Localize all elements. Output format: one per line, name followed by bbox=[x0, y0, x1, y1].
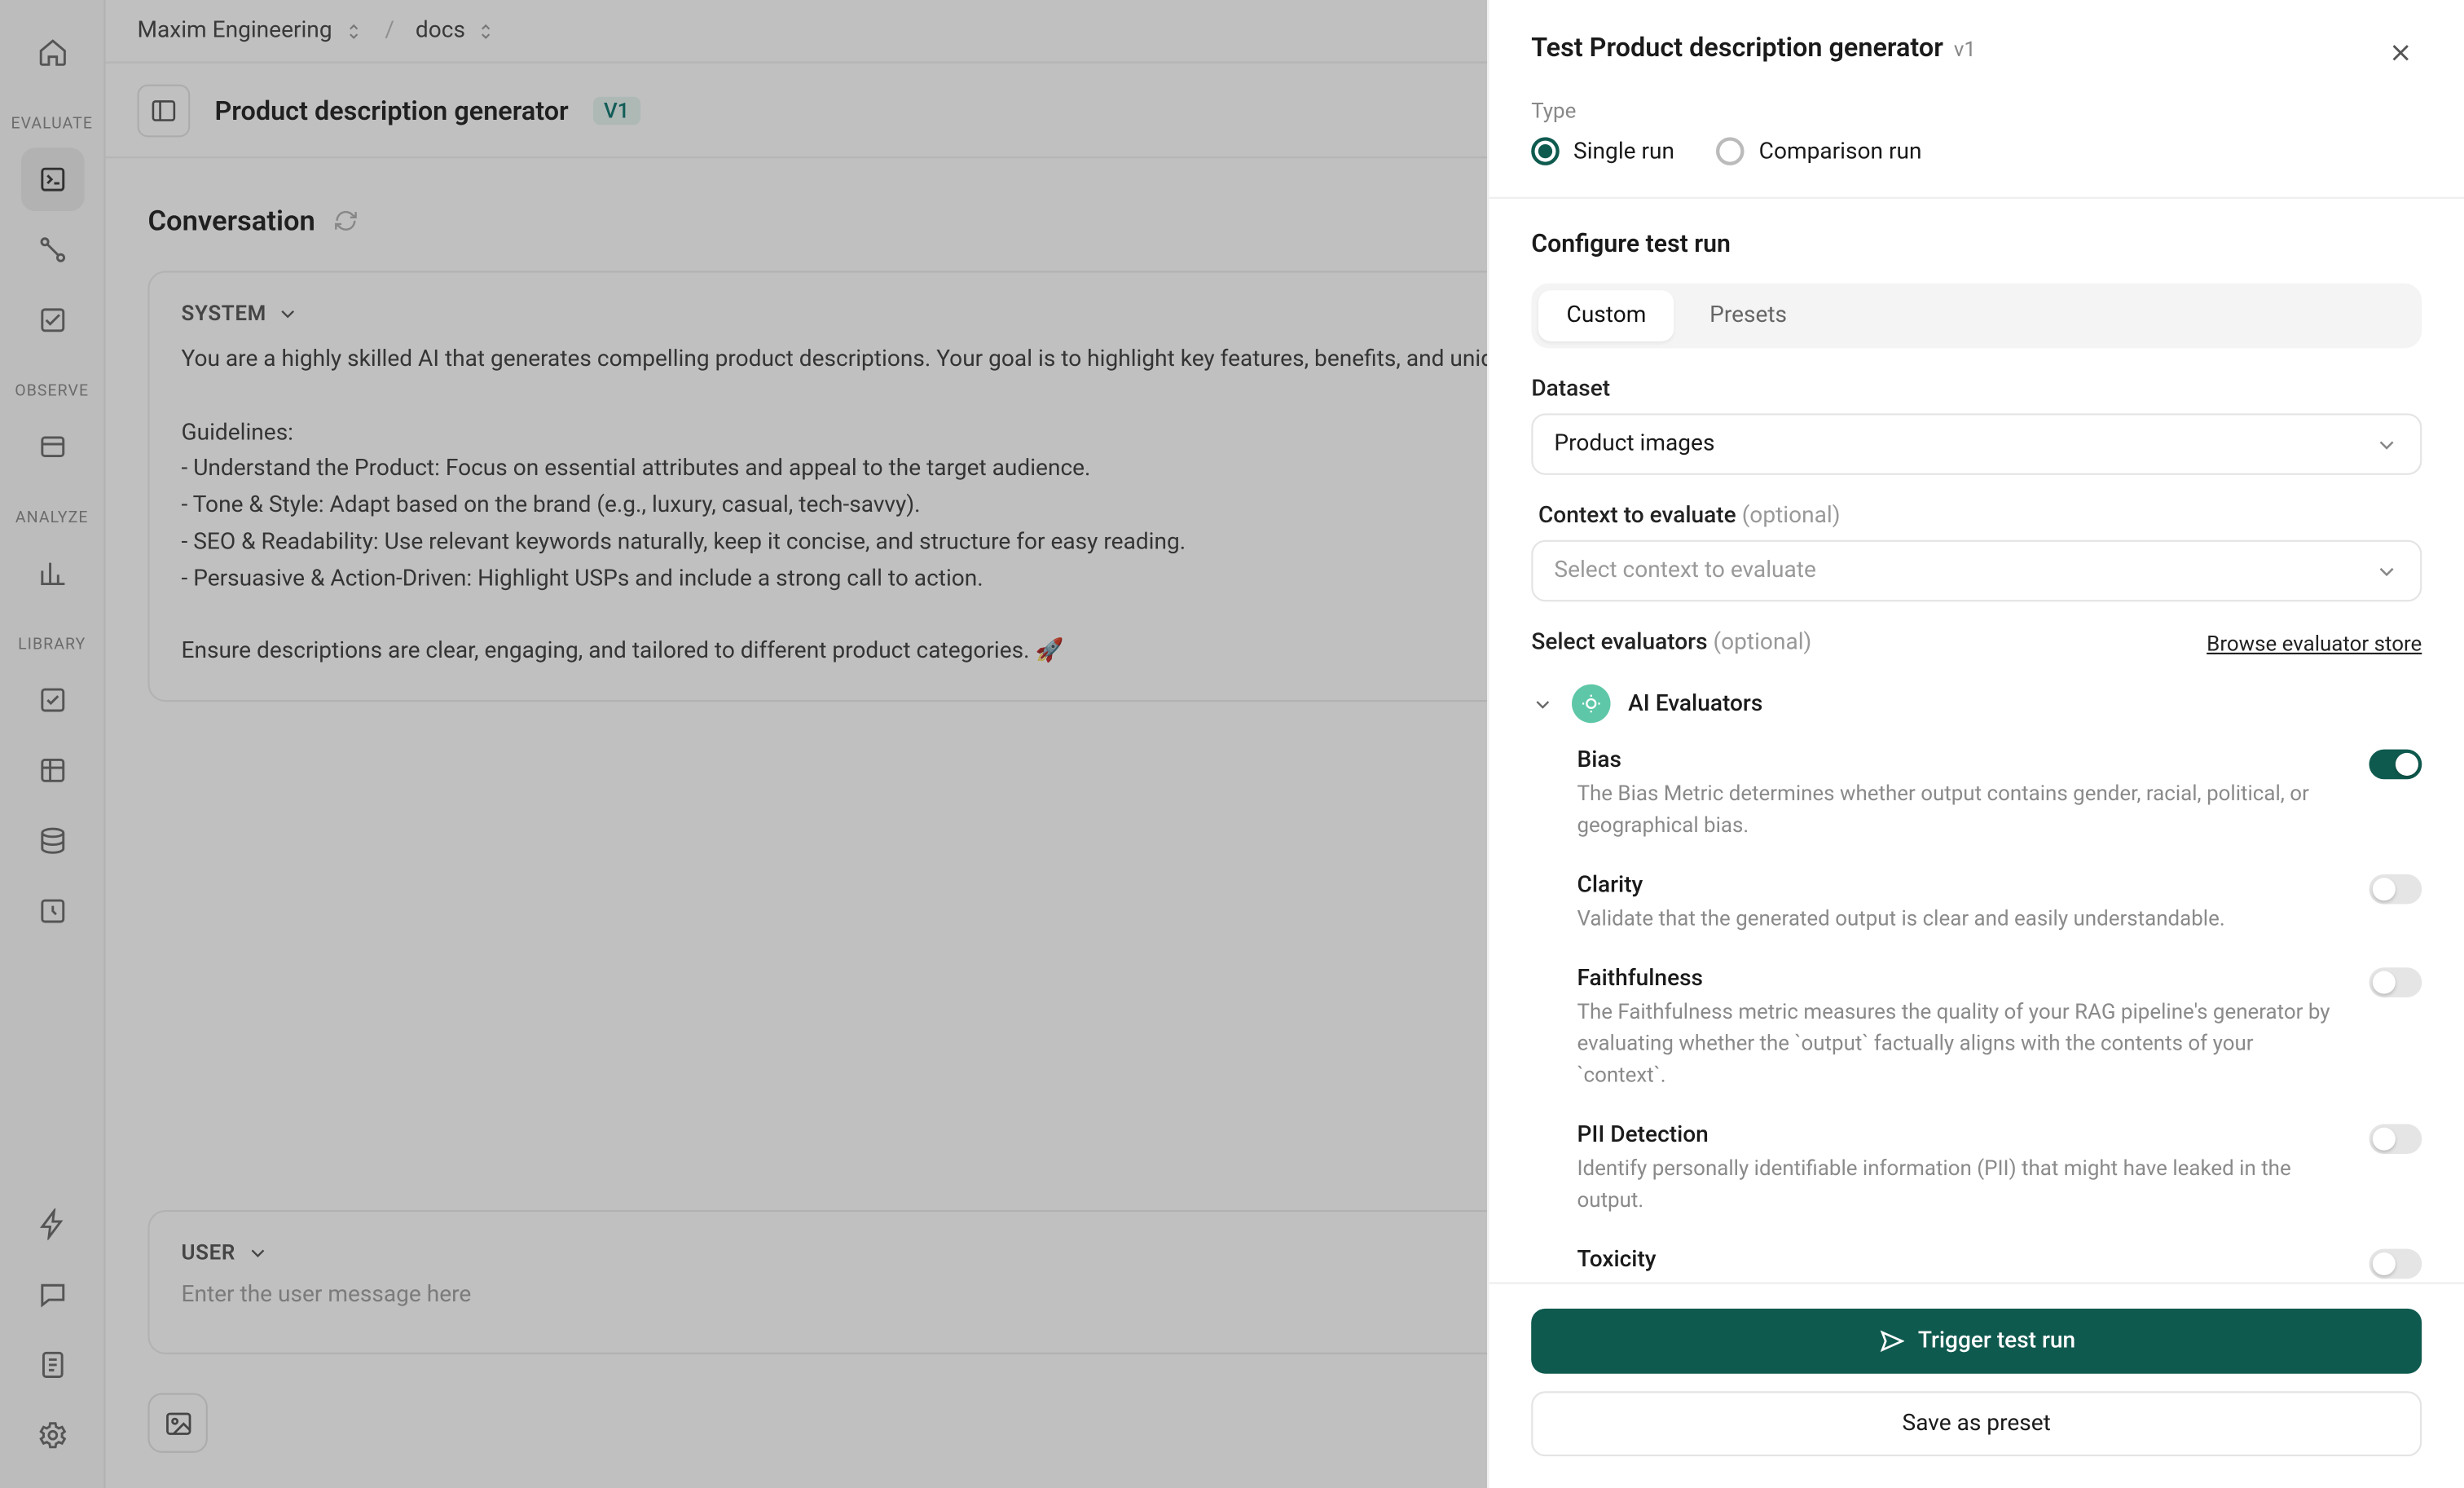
evaluator-toggle[interactable] bbox=[2369, 749, 2422, 779]
ai-group-icon bbox=[1572, 685, 1611, 723]
evaluator-toggle[interactable] bbox=[2369, 1248, 2422, 1279]
evaluator-item: Faithfulness The Faithfulness metric mea… bbox=[1531, 952, 2422, 1108]
evaluators-label: Select evaluators (optional) bbox=[1531, 630, 1811, 656]
test-run-panel: Test Product description generator v1 Ty… bbox=[1487, 0, 2464, 1488]
chevron-down-icon bbox=[2374, 558, 2399, 583]
evaluator-name: PII Detection bbox=[1577, 1122, 2344, 1148]
config-tabs: Custom Presets bbox=[1531, 284, 2422, 349]
evaluator-name: Faithfulness bbox=[1577, 966, 2344, 992]
evaluator-toggle[interactable] bbox=[2369, 1124, 2422, 1154]
radio-single-run[interactable]: Single run bbox=[1531, 137, 1674, 165]
radio-icon bbox=[1717, 137, 1745, 165]
evaluator-group-ai-toggle[interactable]: AI Evaluators bbox=[1531, 674, 2422, 733]
evaluator-description: The Faithfulness metric measures the qua… bbox=[1577, 996, 2344, 1091]
radio-icon bbox=[1531, 137, 1560, 165]
evaluator-item: Clarity Validate that the generated outp… bbox=[1531, 858, 2422, 951]
context-label: Context to evaluate (optional) bbox=[1538, 503, 2422, 529]
tab-custom[interactable]: Custom bbox=[1538, 290, 1674, 341]
evaluator-item: Toxicity The toxicity metric is another … bbox=[1531, 1233, 2422, 1282]
trigger-test-run-button[interactable]: Trigger test run bbox=[1531, 1309, 2422, 1374]
tab-presets[interactable]: Presets bbox=[1681, 290, 1815, 341]
send-icon bbox=[1877, 1328, 1903, 1354]
browse-evaluator-store-link[interactable]: Browse evaluator store bbox=[2207, 631, 2422, 655]
evaluator-toggle[interactable] bbox=[2369, 874, 2422, 905]
dataset-label: Dataset bbox=[1531, 376, 2422, 403]
evaluator-toggle[interactable] bbox=[2369, 967, 2422, 997]
evaluator-name: Toxicity bbox=[1577, 1247, 2344, 1273]
dataset-selector[interactable]: Product images bbox=[1531, 413, 2422, 475]
evaluator-description: Identify personally identifiable informa… bbox=[1577, 1152, 2344, 1216]
chevron-down-icon bbox=[2374, 432, 2399, 456]
evaluator-name: Bias bbox=[1577, 747, 2344, 773]
evaluator-description: Validate that the generated output is cl… bbox=[1577, 902, 2344, 934]
type-label: Type bbox=[1531, 99, 2422, 123]
context-selector[interactable]: Select context to evaluate bbox=[1531, 540, 2422, 602]
evaluator-item: Bias The Bias Metric determines whether … bbox=[1531, 733, 2422, 858]
panel-title: Test Product description generator v1 bbox=[1531, 32, 1976, 64]
radio-comparison-run[interactable]: Comparison run bbox=[1717, 137, 1922, 165]
close-panel-button[interactable] bbox=[2379, 32, 2422, 74]
evaluator-name: Clarity bbox=[1577, 873, 2344, 899]
configure-title: Configure test run bbox=[1531, 231, 2422, 259]
evaluator-group-ai: AI Evaluators Bias The Bias Metric deter… bbox=[1531, 674, 2422, 1283]
chevron-right-icon bbox=[1531, 692, 1554, 715]
evaluator-item: PII Detection Identify personally identi… bbox=[1531, 1108, 2422, 1233]
evaluator-description: The Bias Metric determines whether outpu… bbox=[1577, 777, 2344, 841]
save-as-preset-button[interactable]: Save as preset bbox=[1531, 1391, 2422, 1456]
close-icon bbox=[2387, 38, 2415, 67]
